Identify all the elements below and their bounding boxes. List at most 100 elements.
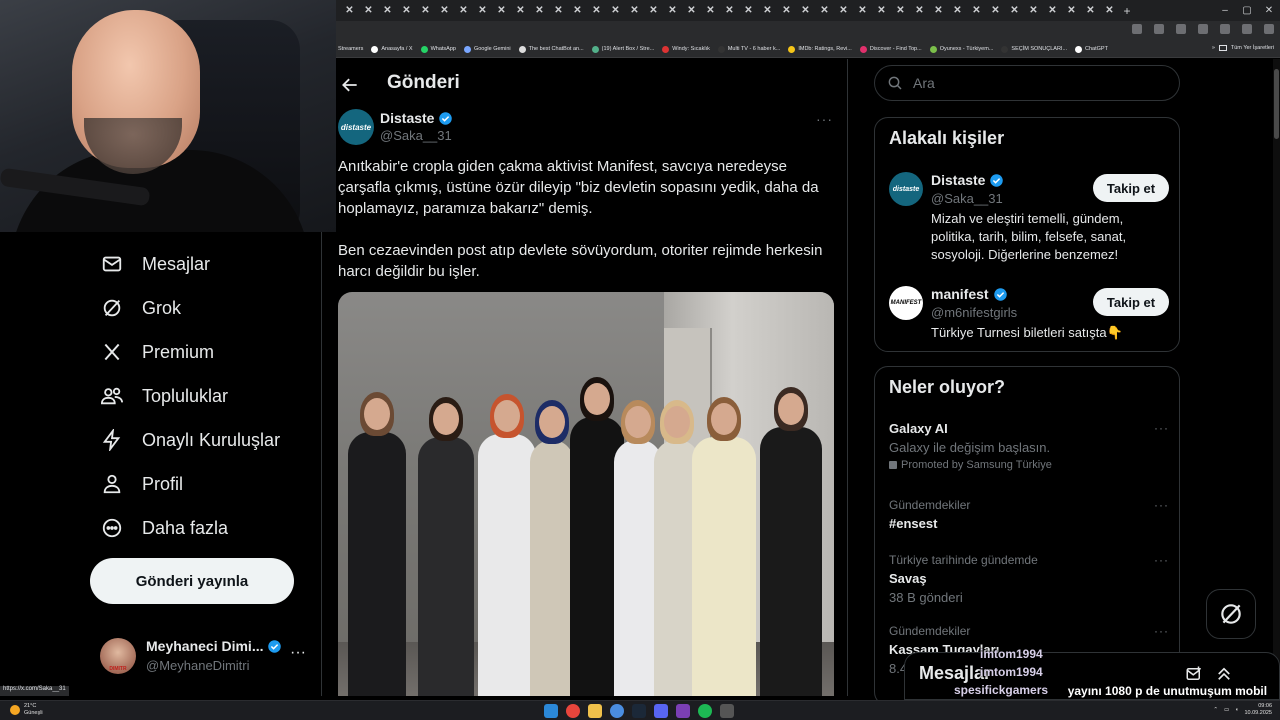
profile-icon[interactable] [1242, 24, 1252, 34]
steam-icon[interactable] [632, 704, 646, 718]
sidebar-icon[interactable] [1220, 24, 1230, 34]
extensions-icon[interactable] [1198, 24, 1208, 34]
more-icon[interactable]: ··· [1154, 624, 1169, 638]
browser-tab[interactable]: ✕ [1043, 0, 1062, 21]
obs-icon[interactable] [676, 704, 690, 718]
browser-tab[interactable]: ✕ [967, 0, 986, 21]
browser-tab[interactable]: ✕ [720, 0, 739, 21]
browser-tab[interactable]: ✕ [416, 0, 435, 21]
bookmark-item[interactable]: IMDb: Ratings, Revi... [788, 45, 852, 53]
bookmark-item[interactable]: Oyunexs - Türkiyem... [929, 45, 993, 53]
more-icon[interactable]: ··· [816, 111, 833, 127]
follow-button[interactable]: Takip et [1093, 174, 1169, 202]
scrollbar-thumb[interactable] [1274, 69, 1279, 139]
bookmark-item[interactable]: ChatGPT [1075, 45, 1108, 53]
star-icon[interactable] [1176, 24, 1186, 34]
account-switcher[interactable]: DIMITR Meyhaneci Dimi... @MeyhaneDimitri… [100, 634, 310, 678]
page-scrollbar[interactable] [1273, 59, 1280, 696]
zoom-icon[interactable] [1154, 24, 1164, 34]
grok-floating-button[interactable] [1206, 589, 1256, 639]
chevron-up-icon[interactable]: ⌃ [1213, 707, 1218, 713]
browser-tab[interactable]: ✕ [910, 0, 929, 21]
browser-tab[interactable]: ✕ [929, 0, 948, 21]
discord-icon[interactable] [654, 704, 668, 718]
minimize-icon[interactable]: – [1214, 0, 1236, 21]
browser-tab[interactable]: ✕ [872, 0, 891, 21]
browser-tab[interactable]: ✕ [492, 0, 511, 21]
nav-item-grok[interactable]: Grok [100, 296, 181, 320]
trend-item[interactable]: Galaxy AI Galaxy ile değişim başlasın. P… [889, 421, 1169, 471]
post-image[interactable] [338, 292, 834, 696]
bookmark-item[interactable]: SEÇİM SONUÇLARI... [1001, 45, 1067, 53]
browser-tab[interactable]: ✕ [397, 0, 416, 21]
bookmark-item[interactable]: The best ChatBot an... [518, 45, 584, 53]
trend-item[interactable]: Türkiye tarihinde gündemde Savaş 38 B gö… [889, 553, 1169, 605]
back-arrow-icon[interactable] [340, 75, 360, 95]
browser-tab[interactable]: ✕ [986, 0, 1005, 21]
chrome-icon[interactable] [566, 704, 580, 718]
nav-item-more[interactable]: Daha fazla [100, 516, 228, 540]
browser-tab[interactable]: ✕ [340, 0, 359, 21]
more-icon[interactable]: ··· [1154, 498, 1169, 512]
nav-item-messages[interactable]: Mesajlar [100, 252, 210, 276]
browser-tab[interactable]: ✕ [682, 0, 701, 21]
new-tab-button[interactable]: + [1119, 4, 1135, 18]
bookmark-item[interactable]: Anasayfa / X [371, 45, 413, 53]
bookmark-item[interactable]: WhatsApp [420, 45, 456, 53]
related-person[interactable]: MANIFEST manifest @m6nifestgirls Türkiye… [889, 286, 1169, 346]
nav-item-premium[interactable]: Premium [100, 340, 214, 364]
browser-tab[interactable]: ✕ [853, 0, 872, 21]
bookmark-item[interactable]: Discover - Find Top... [859, 45, 922, 53]
browser-tab[interactable]: ✕ [1100, 0, 1119, 21]
file-explorer-icon[interactable] [588, 704, 602, 718]
related-person[interactable]: distaste Distaste @Saka__31 Mizah ve ele… [889, 172, 1169, 262]
app-icon[interactable] [720, 704, 734, 718]
more-icon[interactable]: ··· [1154, 421, 1169, 435]
network-icon[interactable]: ▭ [1224, 707, 1229, 713]
bookmark-item[interactable]: Streamers [338, 46, 363, 52]
close-icon[interactable]: ✕ [1258, 0, 1280, 21]
windows-start-icon[interactable] [544, 704, 558, 718]
browser-tab[interactable]: ✕ [1005, 0, 1024, 21]
maximize-icon[interactable]: ▢ [1236, 0, 1258, 21]
bookmark-item[interactable]: Windy: Sıcaklık [662, 45, 710, 53]
browser-tab[interactable]: ✕ [739, 0, 758, 21]
browser-tab[interactable]: ✕ [378, 0, 397, 21]
app-icon[interactable] [610, 704, 624, 718]
browser-tab[interactable]: ✕ [777, 0, 796, 21]
follow-button[interactable]: Takip et [1093, 288, 1169, 316]
cast-icon[interactable] [1132, 24, 1142, 34]
browser-tab[interactable]: ✕ [530, 0, 549, 21]
clock[interactable]: 09:06 10.09.2025 [1244, 703, 1272, 717]
browser-tab[interactable]: ✕ [435, 0, 454, 21]
search-input[interactable]: Ara [874, 65, 1180, 101]
browser-tab[interactable]: ✕ [454, 0, 473, 21]
author-name[interactable]: Distaste [380, 110, 453, 126]
all-bookmarks[interactable]: » Tüm Yer İşaretleri [1212, 45, 1274, 51]
nav-item-communities[interactable]: Topluluklar [100, 384, 228, 408]
nav-item-verified-orgs[interactable]: Onaylı Kuruluşlar [100, 428, 280, 452]
post-button[interactable]: Gönderi yayınla [90, 558, 294, 604]
bookmark-item[interactable]: Multi TV - 6 haber k... [717, 45, 780, 53]
spotify-icon[interactable] [698, 704, 712, 718]
expand-up-icon[interactable] [1215, 665, 1233, 683]
new-message-icon[interactable] [1185, 665, 1203, 683]
browser-tab[interactable]: ✕ [511, 0, 530, 21]
browser-tab[interactable]: ✕ [701, 0, 720, 21]
browser-tab[interactable]: ✕ [1062, 0, 1081, 21]
browser-tab[interactable]: ✕ [625, 0, 644, 21]
more-icon[interactable]: ··· [290, 644, 306, 662]
volume-icon[interactable]: ◖ [1235, 707, 1238, 713]
browser-tab[interactable]: ✕ [473, 0, 492, 21]
browser-tab[interactable]: ✕ [815, 0, 834, 21]
browser-tab[interactable]: ✕ [606, 0, 625, 21]
browser-tab[interactable]: ✕ [891, 0, 910, 21]
menu-icon[interactable] [1264, 24, 1274, 34]
browser-tab[interactable]: ✕ [1081, 0, 1100, 21]
author-avatar[interactable]: distaste [338, 109, 374, 145]
browser-tab[interactable]: ✕ [663, 0, 682, 21]
weather-widget[interactable]: 21°C Güneşli [10, 703, 43, 717]
trend-item[interactable]: Gündemdekiler #ensest ··· [889, 498, 1169, 531]
more-icon[interactable]: ··· [1154, 553, 1169, 567]
browser-tab[interactable]: ✕ [834, 0, 853, 21]
